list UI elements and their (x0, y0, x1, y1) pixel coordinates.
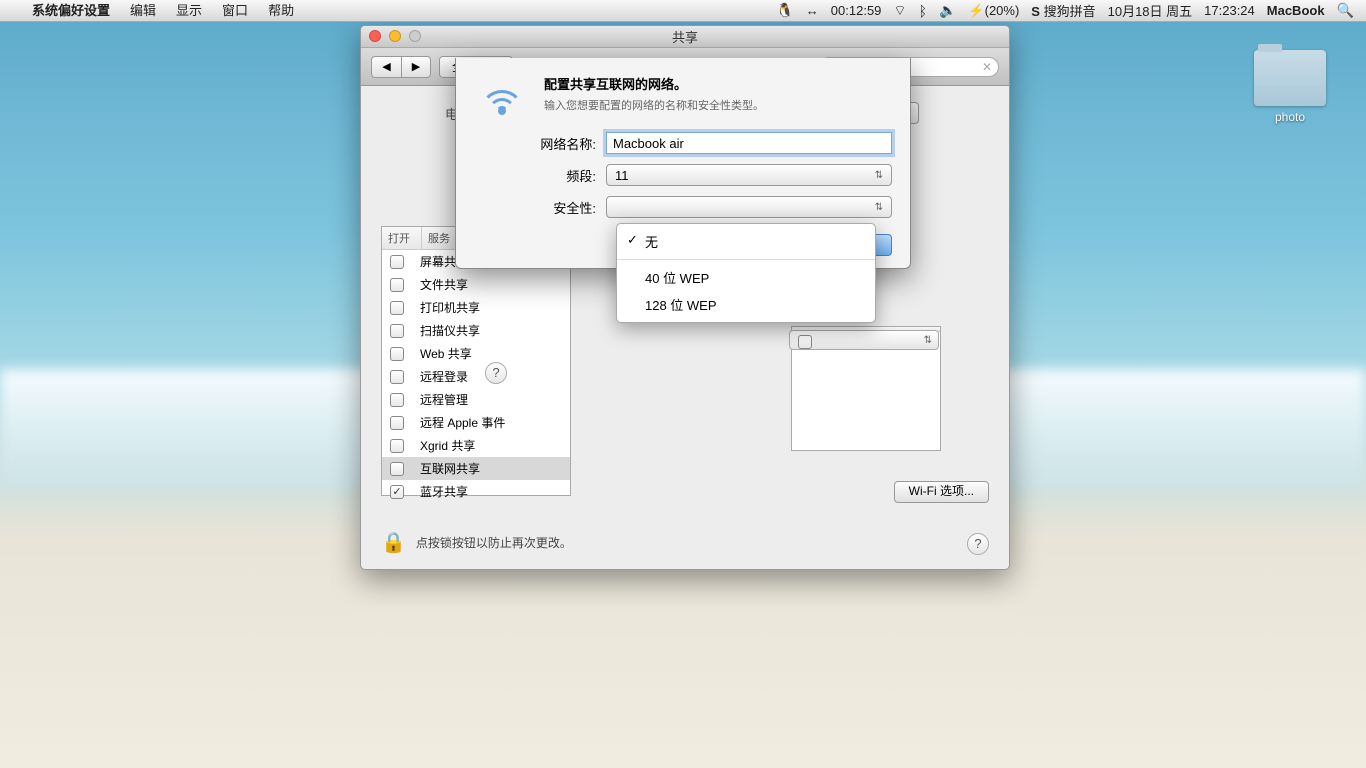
minimize-button[interactable] (389, 30, 401, 42)
app-menu[interactable]: 系统偏好设置 (22, 0, 120, 22)
host-name[interactable]: MacBook (1267, 3, 1325, 18)
service-row[interactable]: 远程管理 (382, 388, 570, 411)
back-button[interactable]: ◀ (371, 56, 401, 78)
service-row[interactable]: 远程 Apple 事件 (382, 411, 570, 434)
security-option-wep128[interactable]: 128 位 WEP (617, 291, 875, 318)
security-option-none[interactable]: 无 (617, 228, 875, 255)
clear-icon[interactable]: ✕ (982, 60, 992, 74)
service-checkbox[interactable] (390, 393, 404, 407)
service-label: Web 共享 (420, 345, 472, 362)
port-checkbox[interactable] (798, 335, 812, 349)
menu-help[interactable]: 帮助 (258, 0, 304, 22)
service-row[interactable]: 扫描仪共享 (382, 319, 570, 342)
service-checkbox[interactable] (390, 255, 404, 269)
service-checkbox[interactable] (390, 416, 404, 430)
service-label: Xgrid 共享 (420, 437, 475, 454)
service-label: 远程 Apple 事件 (420, 414, 505, 431)
security-option-wep40[interactable]: 40 位 WEP (617, 264, 875, 291)
service-row[interactable]: 互联网共享 (382, 457, 570, 480)
col-on-header[interactable]: 打开 (382, 227, 422, 249)
service-label: 文件共享 (420, 276, 468, 293)
window-title: 共享 (672, 27, 698, 46)
sync-arrow-icon[interactable]: ↔ (806, 3, 819, 18)
service-checkbox[interactable] (390, 278, 404, 292)
network-name-input[interactable] (606, 132, 892, 154)
battery-status[interactable]: ⚡(20%) (968, 3, 1019, 19)
spotlight-icon[interactable]: 🔍 (1337, 2, 1354, 19)
service-row[interactable]: 文件共享 (382, 273, 570, 296)
service-row[interactable]: ✓ 蓝牙共享 (382, 480, 570, 503)
forward-button[interactable]: ▶ (401, 56, 431, 78)
service-checkbox[interactable] (390, 439, 404, 453)
wifi-options-button[interactable]: Wi-Fi 选项... (894, 481, 989, 503)
menu-window[interactable]: 窗口 (212, 0, 258, 22)
desktop-folder[interactable]: photo (1254, 50, 1326, 124)
security-dropdown: 无 40 位 WEP 128 位 WEP (616, 223, 876, 323)
network-name-label: 网络名称: (506, 134, 606, 153)
service-label: 蓝牙共享 (420, 483, 468, 500)
service-row[interactable]: Xgrid 共享 (382, 434, 570, 457)
help-icon[interactable]: ? (967, 533, 989, 555)
qq-icon[interactable]: 🐧 (776, 2, 793, 19)
menu-bar: 系统偏好设置 编辑 显示 窗口 帮助 🐧 ↔ 00:12:59 ⌔ ᛒ 🔈 ⚡(… (0, 0, 1366, 22)
service-label: 打印机共享 (420, 299, 480, 316)
security-label: 安全性: (506, 198, 606, 217)
service-label: 互联网共享 (420, 460, 480, 477)
ime-status[interactable]: S 搜狗拼音 (1031, 1, 1095, 20)
menubar-time: 17:23:24 (1204, 3, 1255, 18)
sheet-subtitle: 输入您想要配置的网络的名称和安全性类型。 (544, 97, 764, 113)
zoom-button (409, 30, 421, 42)
lock-text: 点按锁按钮以防止再次更改。 (416, 534, 572, 551)
folder-icon (1254, 50, 1326, 106)
service-label: 远程管理 (420, 391, 468, 408)
bluetooth-icon[interactable]: ᛒ (919, 3, 927, 19)
uptime-text: 00:12:59 (831, 3, 882, 18)
menu-view[interactable]: 显示 (166, 0, 212, 22)
lock-icon[interactable]: 🔒 (381, 530, 406, 555)
title-bar[interactable]: 共享 (361, 26, 1009, 48)
wifi-large-icon (474, 74, 530, 118)
service-label: 扫描仪共享 (420, 322, 480, 339)
folder-label: photo (1254, 110, 1326, 124)
service-checkbox[interactable] (390, 462, 404, 476)
service-row[interactable]: 打印机共享 (382, 296, 570, 319)
service-checkbox[interactable] (390, 347, 404, 361)
wifi-icon[interactable]: ⌔ (893, 2, 906, 20)
service-checkbox[interactable] (390, 324, 404, 338)
sheet-title: 配置共享互联网的网络。 (544, 74, 764, 93)
menubar-date[interactable]: 10月18日 周五 (1108, 1, 1193, 20)
service-row[interactable]: 远程登录 (382, 365, 570, 388)
channel-select[interactable]: 11 (606, 164, 892, 186)
security-select[interactable] (606, 196, 892, 218)
help-icon[interactable]: ? (485, 362, 507, 384)
menu-edit[interactable]: 编辑 (120, 0, 166, 22)
close-button[interactable] (369, 30, 381, 42)
service-label: 远程登录 (420, 368, 468, 385)
service-checkbox[interactable] (390, 301, 404, 315)
volume-icon[interactable]: 🔈 (939, 2, 956, 19)
service-checkbox[interactable]: ✓ (390, 485, 404, 499)
service-row[interactable]: Web 共享 (382, 342, 570, 365)
service-checkbox[interactable] (390, 370, 404, 384)
channel-label: 频段: (506, 166, 606, 185)
